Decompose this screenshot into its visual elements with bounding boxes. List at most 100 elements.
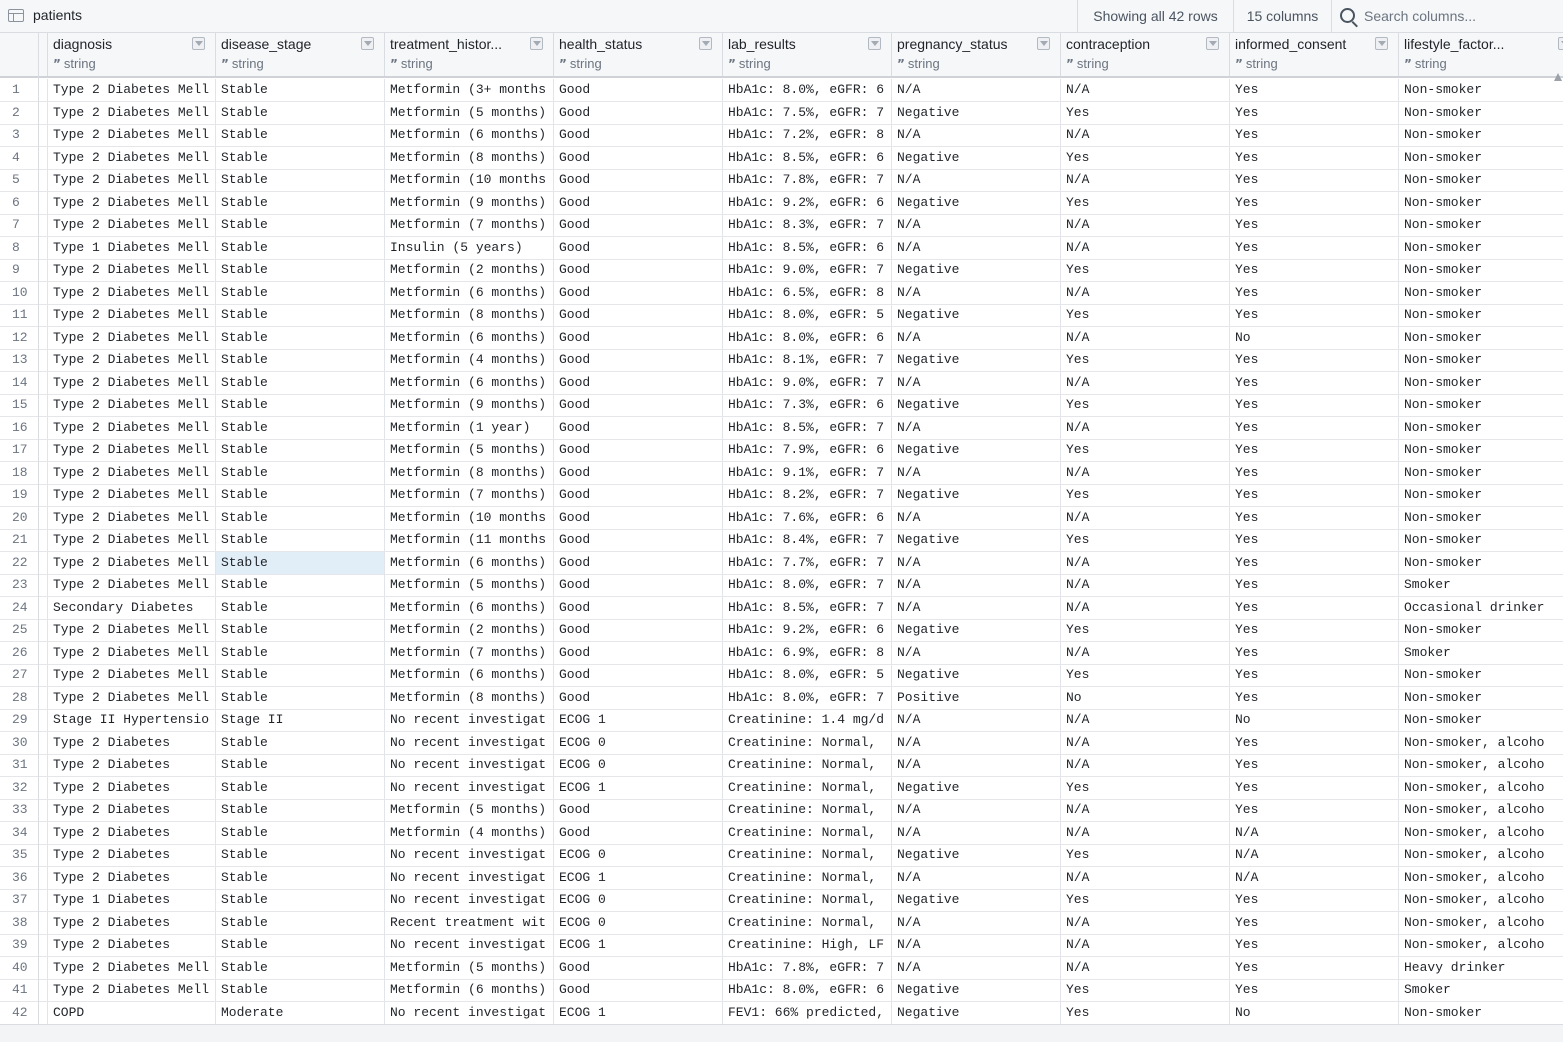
table-cell[interactable]: No	[1229, 326, 1398, 349]
table-cell[interactable]: Yes	[1060, 439, 1229, 461]
table-cell[interactable]: ECOG 0	[553, 889, 722, 911]
table-cell[interactable]: N/A	[1060, 416, 1229, 439]
table-row[interactable]: 18 Type 2 Diabetes Mell Stable Metformin (8…	[0, 461, 1563, 485]
table-row[interactable]: 27 Type 2 Diabetes Mell Stable Metformin (6…	[0, 664, 1563, 687]
table-cell[interactable]: Metformin (7 months)	[384, 214, 553, 236]
table-cell[interactable]: N/A	[1060, 709, 1229, 731]
table-cell[interactable]: Yes	[1229, 731, 1398, 754]
table-cell[interactable]: Type 2 Diabetes Mell	[47, 191, 215, 214]
column-header[interactable]: informed_consent ” string	[1229, 33, 1398, 76]
table-cell[interactable]: Stable	[215, 484, 384, 506]
table-cell[interactable]: Smoker	[1398, 574, 1563, 596]
table-cell[interactable]: N/A	[1229, 844, 1398, 866]
table-row[interactable]: 13 Type 2 Diabetes Mell Stable Metformin (4…	[0, 349, 1563, 372]
table-cell[interactable]: HbA1c: 7.6%, eGFR: 6	[722, 506, 891, 529]
table-cell[interactable]: Yes	[1060, 259, 1229, 281]
table-cell[interactable]: Good	[553, 956, 722, 979]
table-cell[interactable]: Stable	[215, 664, 384, 686]
table-row[interactable]: 31 Type 2 Diabetes Stable No recent investi…	[0, 754, 1563, 777]
table-cell[interactable]: HbA1c: 7.8%, eGFR: 7	[722, 169, 891, 191]
table-cell[interactable]: Metformin (6 months)	[384, 551, 553, 574]
table-cell[interactable]: HbA1c: 7.2%, eGFR: 8	[722, 124, 891, 146]
table-cell[interactable]: Good	[553, 596, 722, 619]
table-cell[interactable]: HbA1c: 7.9%, eGFR: 6	[722, 439, 891, 461]
table-cell[interactable]: Metformin (2 months)	[384, 259, 553, 281]
table-cell[interactable]: HbA1c: 7.8%, eGFR: 7	[722, 956, 891, 979]
table-cell[interactable]: Metformin (6 months)	[384, 596, 553, 619]
table-cell[interactable]: Good	[553, 214, 722, 236]
table-cell[interactable]: Creatinine: Normal,	[722, 754, 891, 776]
table-cell[interactable]: Stable	[215, 799, 384, 821]
table-cell[interactable]: No recent investigat	[384, 934, 553, 956]
table-cell[interactable]: No recent investigat	[384, 866, 553, 889]
filter-icon[interactable]	[1375, 37, 1388, 50]
table-cell[interactable]: Good	[553, 124, 722, 146]
table-cell[interactable]: Non-smoker	[1398, 214, 1563, 236]
table-cell[interactable]: Non-smoker	[1398, 191, 1563, 214]
search-columns-input[interactable]	[1364, 5, 1559, 27]
table-cell[interactable]: Type 2 Diabetes Mell	[47, 461, 215, 484]
table-cell[interactable]: Good	[553, 371, 722, 394]
table-cell[interactable]: Good	[553, 169, 722, 191]
table-cell[interactable]: Negative	[891, 776, 1060, 799]
table-cell[interactable]: N/A	[891, 641, 1060, 664]
table-cell[interactable]: N/A	[891, 371, 1060, 394]
table-cell[interactable]: Stable	[215, 844, 384, 866]
table-cell[interactable]: Non-smoker	[1398, 709, 1563, 731]
table-row[interactable]: 9 Type 2 Diabetes Mell Stable Metformin (2 …	[0, 259, 1563, 282]
table-cell[interactable]: No	[1229, 709, 1398, 731]
table-cell[interactable]: Non-smoker, alcoho	[1398, 731, 1563, 754]
table-cell[interactable]: Type 2 Diabetes	[47, 934, 215, 956]
table-row[interactable]: 3 Type 2 Diabetes Mell Stable Metformin (6 …	[0, 124, 1563, 147]
table-cell[interactable]: Yes	[1229, 124, 1398, 146]
table-cell[interactable]: Yes	[1229, 214, 1398, 236]
table-cell[interactable]: Non-smoker, alcoho	[1398, 776, 1563, 799]
table-cell[interactable]: Non-smoker, alcoho	[1398, 844, 1563, 866]
table-cell[interactable]: Stable	[215, 416, 384, 439]
table-row[interactable]: 39 Type 2 Diabetes Stable No recent investi…	[0, 934, 1563, 957]
table-cell[interactable]: Stable	[215, 776, 384, 799]
table-row[interactable]: 10 Type 2 Diabetes Mell Stable Metformin (6…	[0, 281, 1563, 305]
table-cell[interactable]: Good	[553, 394, 722, 416]
table-cell[interactable]: Yes	[1229, 596, 1398, 619]
table-cell[interactable]: Stable	[215, 596, 384, 619]
table-cell[interactable]: Negative	[891, 889, 1060, 911]
table-cell[interactable]: Creatinine: Normal,	[722, 821, 891, 844]
table-cell[interactable]: Yes	[1060, 101, 1229, 124]
table-cell[interactable]: Type 2 Diabetes Mell	[47, 169, 215, 191]
table-cell[interactable]: ECOG 1	[553, 866, 722, 889]
table-cell[interactable]: Yes	[1229, 979, 1398, 1001]
table-cell[interactable]: Stable	[215, 641, 384, 664]
table-cell[interactable]: N/A	[891, 709, 1060, 731]
table-row[interactable]: 17 Type 2 Diabetes Mell Stable Metformin (5…	[0, 439, 1563, 462]
table-cell[interactable]: N/A	[891, 731, 1060, 754]
column-header[interactable]: treatment_histor... ” string	[384, 33, 553, 76]
table-cell[interactable]: HbA1c: 8.0%, eGFR: 5	[722, 304, 891, 326]
table-cell[interactable]: Metformin (1 year)	[384, 416, 553, 439]
table-cell[interactable]: N/A	[891, 934, 1060, 956]
table-cell[interactable]: N/A	[1060, 79, 1229, 101]
table-cell[interactable]: Stage II Hypertensio	[47, 709, 215, 731]
table-cell[interactable]: Good	[553, 146, 722, 169]
table-cell[interactable]: Type 2 Diabetes Mell	[47, 326, 215, 349]
table-cell[interactable]: Stable	[215, 821, 384, 844]
filter-icon[interactable]	[361, 37, 374, 50]
table-cell[interactable]: Negative	[891, 529, 1060, 551]
table-cell[interactable]: Stable	[215, 371, 384, 394]
table-row[interactable]: 32 Type 2 Diabetes Stable No recent investi…	[0, 776, 1563, 800]
table-cell[interactable]: Metformin (5 months)	[384, 574, 553, 596]
table-cell[interactable]: Negative	[891, 1001, 1060, 1024]
table-cell[interactable]: Yes	[1060, 664, 1229, 686]
table-cell[interactable]: HbA1c: 8.4%, eGFR: 7	[722, 529, 891, 551]
table-cell[interactable]: Metformin (8 months)	[384, 461, 553, 484]
table-cell[interactable]: Type 2 Diabetes Mell	[47, 664, 215, 686]
table-cell[interactable]: Non-smoker	[1398, 304, 1563, 326]
table-cell[interactable]: Non-smoker	[1398, 236, 1563, 259]
table-row[interactable]: 12 Type 2 Diabetes Mell Stable Metformin (6…	[0, 326, 1563, 350]
table-cell[interactable]: N/A	[1229, 866, 1398, 889]
table-cell[interactable]: Type 2 Diabetes Mell	[47, 484, 215, 506]
table-cell[interactable]: HbA1c: 6.9%, eGFR: 8	[722, 641, 891, 664]
table-cell[interactable]: Stable	[215, 191, 384, 214]
table-cell[interactable]: N/A	[1060, 169, 1229, 191]
table-row[interactable]: 8 Type 1 Diabetes Mell Stable Insulin (5 ye…	[0, 236, 1563, 260]
